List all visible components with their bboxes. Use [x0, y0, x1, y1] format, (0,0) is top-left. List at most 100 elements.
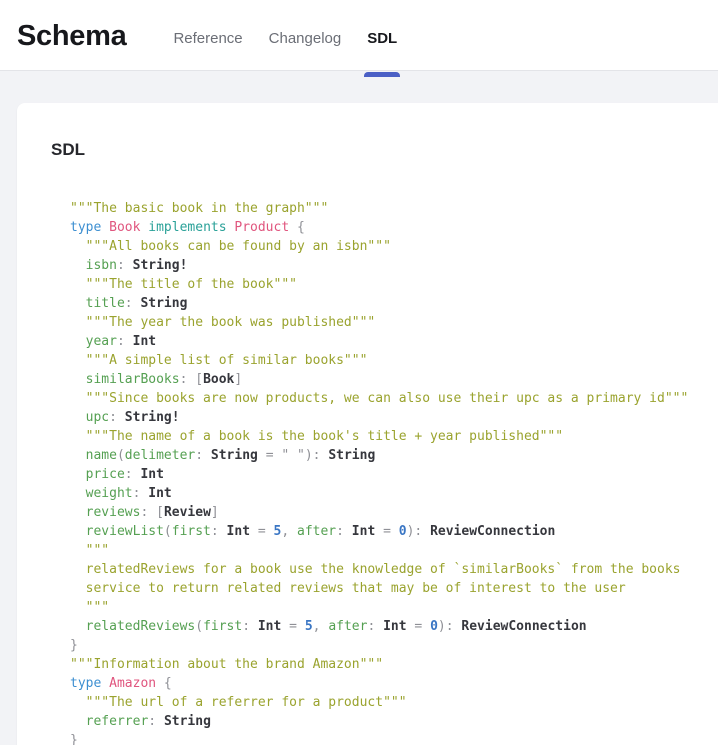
code-token-punc: ]	[211, 505, 219, 520]
code-token-kw: type	[70, 676, 109, 691]
code-token-doc: """All books can be found by an isbn"""	[70, 239, 391, 254]
code-token-type: Int	[352, 524, 375, 539]
code-token-punc: : [	[180, 372, 203, 387]
code-token-punc: ):	[305, 448, 328, 463]
code-line: """The url of a referrer for a product""…	[70, 693, 694, 712]
code-token-type: Review	[164, 505, 211, 520]
code-token-def: Product	[234, 220, 289, 235]
code-line: """	[70, 598, 694, 617]
code-line: """	[70, 541, 694, 560]
code-token-punc: ]	[234, 372, 242, 387]
code-token-type: String!	[133, 258, 188, 273]
code-token-field: similarBooks	[70, 372, 180, 387]
code-token-punc: :	[336, 524, 352, 539]
code-token-punc: ):	[407, 524, 430, 539]
code-token-doc: relatedReviews for a book use the knowle…	[70, 562, 680, 577]
code-token-punc: (	[164, 524, 172, 539]
code-line: name(delimeter: String = " "): String	[70, 446, 694, 465]
code-token-field: referrer	[70, 714, 148, 729]
code-token-punc: =	[258, 448, 281, 463]
code-token-doc: """The basic book in the graph"""	[70, 201, 328, 216]
code-line: referrer: String	[70, 712, 694, 731]
tab-reference-label: Reference	[173, 30, 242, 47]
code-token-punc: :	[211, 524, 227, 539]
code-token-field: reviews	[70, 505, 140, 520]
code-token-field: weight	[70, 486, 133, 501]
content-area: SDL """The basic book in the graph""" typ…	[0, 71, 718, 745]
code-token-punc: (	[195, 619, 203, 634]
code-line: weight: Int	[70, 484, 694, 503]
code-token-field: year	[70, 334, 117, 349]
code-token-doc: """	[70, 600, 109, 615]
code-line: """The year the book was published"""	[70, 313, 694, 332]
code-token-doc: service to return related reviews that m…	[70, 581, 626, 596]
code-token-type: String	[164, 714, 211, 729]
code-token-field: relatedReviews	[70, 619, 195, 634]
code-token-type: Int	[133, 334, 156, 349]
tab-sdl[interactable]: SDL	[354, 7, 410, 70]
code-token-doc: """The name of a book is the book's titl…	[70, 429, 563, 444]
code-token-type: ReviewConnection	[430, 524, 555, 539]
code-token-field: delimeter	[125, 448, 195, 463]
code-token-type: Int	[258, 619, 281, 634]
code-line: service to return related reviews that m…	[70, 579, 694, 598]
code-line: reviews: [Review]	[70, 503, 694, 522]
code-line: price: Int	[70, 465, 694, 484]
code-token-field: price	[70, 467, 125, 482]
tab-changelog[interactable]: Changelog	[256, 7, 355, 70]
code-token-punc: :	[242, 619, 258, 634]
code-token-field: name	[70, 448, 117, 463]
code-line: """The basic book in the graph"""	[70, 199, 694, 218]
code-token-type: String!	[125, 410, 180, 425]
code-token-str: " "	[281, 448, 304, 463]
code-token-field: title	[70, 296, 125, 311]
code-token-field: after	[297, 524, 336, 539]
page-header: Schema Reference Changelog SDL	[0, 0, 718, 71]
code-token-num: 0	[399, 524, 407, 539]
code-token-impl: implements	[140, 220, 234, 235]
code-token-doc: """	[70, 543, 109, 558]
code-token-type: Int	[140, 467, 163, 482]
code-token-punc: :	[109, 410, 125, 425]
code-line: """The name of a book is the book's titl…	[70, 427, 694, 446]
code-token-doc: """A simple list of similar books"""	[70, 353, 367, 368]
code-token-doc: """The year the book was published"""	[70, 315, 375, 330]
sdl-card: SDL """The basic book in the graph""" typ…	[17, 103, 718, 745]
code-token-punc: ,	[313, 619, 329, 634]
code-line: """A simple list of similar books"""	[70, 351, 694, 370]
code-line: similarBooks: [Book]	[70, 370, 694, 389]
code-token-type: Int	[227, 524, 250, 539]
code-token-punc: ):	[438, 619, 461, 634]
code-token-punc: =	[250, 524, 273, 539]
code-line: upc: String!	[70, 408, 694, 427]
code-line: }	[70, 731, 694, 745]
code-token-punc: =	[375, 524, 398, 539]
code-token-punc: ,	[281, 524, 297, 539]
code-line: type Book implements Product {	[70, 218, 694, 237]
card-heading: SDL	[51, 140, 694, 160]
code-token-field: reviewList	[70, 524, 164, 539]
code-token-punc: (	[117, 448, 125, 463]
code-token-punc: :	[148, 714, 164, 729]
code-token-type: String	[211, 448, 258, 463]
code-token-field: isbn	[70, 258, 117, 273]
code-token-num: 5	[305, 619, 313, 634]
code-line: relatedReviews for a book use the knowle…	[70, 560, 694, 579]
code-token-punc: }	[70, 638, 78, 653]
code-line: isbn: String!	[70, 256, 694, 275]
code-line: reviewList(first: Int = 5, after: Int = …	[70, 522, 694, 541]
code-token-def: Book	[109, 220, 140, 235]
code-token-num: 0	[430, 619, 438, 634]
code-line: """Since books are now products, we can …	[70, 389, 694, 408]
code-token-type: ReviewConnection	[461, 619, 586, 634]
tab-changelog-label: Changelog	[269, 30, 342, 47]
code-token-punc: :	[125, 467, 141, 482]
tab-reference[interactable]: Reference	[160, 7, 255, 70]
code-token-doc: """Since books are now products, we can …	[70, 391, 688, 406]
code-token-punc: }	[70, 733, 78, 745]
code-token-punc: :	[367, 619, 383, 634]
code-token-punc: =	[407, 619, 430, 634]
code-line: """All books can be found by an isbn"""	[70, 237, 694, 256]
code-line: year: Int	[70, 332, 694, 351]
code-line: relatedReviews(first: Int = 5, after: In…	[70, 617, 694, 636]
